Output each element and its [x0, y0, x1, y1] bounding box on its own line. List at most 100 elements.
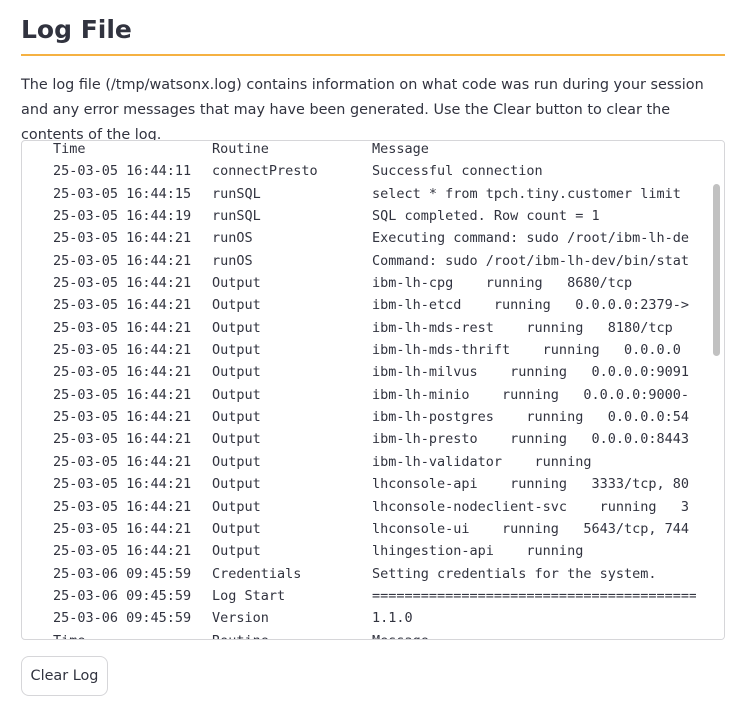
log-header-row: TimeRoutineMessage	[53, 630, 696, 639]
log-routine: Log Start	[212, 587, 286, 604]
log-row: 25-03-05 16:44:21 Output ibm-lh-mds-rest r…	[53, 317, 696, 339]
log-time: 25-03-05 16:44:19	[53, 208, 192, 225]
log-message: ibm-lh-validator running	[372, 453, 592, 470]
log-time: 25-03-06 09:45:59	[53, 565, 192, 582]
log-row: 25-03-05 16:44:15 runSQL select * from tpc…	[53, 183, 696, 205]
log-routine: Output	[212, 498, 261, 515]
log-message: lhconsole-ui running 5643/tcp, 744	[372, 520, 689, 537]
log-row: 25-03-05 16:44:21 Output ibm-lh-postgres r…	[53, 406, 696, 428]
log-message: ibm-lh-cpg running 8680/tcp	[372, 275, 633, 292]
log-header-row: Time Routine Message	[53, 141, 696, 160]
log-routine: Output	[212, 342, 261, 359]
log-time: 25-03-05 16:44:21	[53, 520, 192, 537]
log-routine: Routine	[212, 141, 269, 157]
log-row: 25-03-05 16:44:21 Output ibm-lh-presto run…	[53, 428, 696, 450]
page-title: Log File	[21, 15, 132, 44]
log-row: 25-03-05 16:44:21 Output lhingestion-api r…	[53, 540, 696, 562]
log-time: 25-03-05 16:44:21	[53, 252, 192, 269]
log-time: 25-03-06 09:45:59	[53, 610, 192, 627]
log-row: 25-03-05 16:44:21 Output lhconsole-nodecli…	[53, 496, 696, 518]
log-message: Setting credentials for the system.	[372, 565, 657, 582]
log-routine: Output	[212, 386, 261, 403]
log-time: 25-03-05 16:44:21	[53, 364, 192, 381]
log-message: ibm-lh-minio running 0.0.0.0:9000-	[372, 386, 689, 403]
log-time: 25-03-05 16:44:21	[53, 409, 192, 426]
log-row: 25-03-05 16:44:21 Output lhconsole-api run…	[53, 473, 696, 495]
log-row: 25-03-06 09:45:59 Log Start ==============…	[53, 585, 696, 607]
log-message: Successful connection	[372, 163, 543, 180]
log-row: 25-03-05 16:44:21 Output ibm-lh-validator …	[53, 451, 696, 473]
log-viewer[interactable]: Time Routine Message 25-03-05 16:44:11 conne…	[21, 140, 725, 640]
log-message: Executing command: sudo /root/ibm-lh-de	[372, 230, 689, 247]
log-time: 25-03-05 16:44:21	[53, 498, 192, 515]
log-row: 25-03-05 16:44:11 connectPresto Successful…	[53, 160, 696, 182]
log-routine: Output	[212, 297, 261, 314]
log-routine: Credentials	[212, 565, 302, 582]
log-routine: runSQL	[212, 208, 261, 225]
log-time: 25-03-05 16:44:21	[53, 476, 192, 493]
log-message: lhconsole-nodeclient-svc running 3	[372, 498, 689, 515]
log-routine: Output	[212, 319, 261, 336]
log-message: select * from tpch.tiny.customer limit	[372, 185, 681, 202]
log-message: SQL completed. Row count = 1	[372, 208, 600, 225]
log-row: 25-03-05 16:44:21 Output ibm-lh-milvus run…	[53, 361, 696, 383]
log-time: 25-03-05 16:44:21	[53, 297, 192, 314]
log-routine: Output	[212, 476, 261, 493]
log-routine: Output	[212, 453, 261, 470]
log-routine: runOS	[212, 230, 253, 247]
log-time: 25-03-05 16:44:21	[53, 342, 192, 359]
log-routine: Output	[212, 520, 261, 537]
log-routine: runOS	[212, 252, 253, 269]
log-row: 25-03-05 16:44:19 runSQL SQL completed. Ro…	[53, 205, 696, 227]
log-message: lhconsole-api running 3333/tcp, 80	[372, 476, 689, 493]
log-row: 25-03-05 16:44:21 runOS Executing command:…	[53, 227, 696, 249]
log-routine: Output	[212, 409, 261, 426]
log-row: 25-03-05 16:44:21 Output ibm-lh-minio runn…	[53, 384, 696, 406]
log-message: ibm-lh-etcd running 0.0.0.0:2379->	[372, 297, 689, 314]
log-time: 25-03-05 16:44:21	[53, 543, 192, 560]
log-routine: connectPresto	[212, 163, 318, 180]
log-time: Time	[53, 630, 212, 639]
log-message: ibm-lh-mds-thrift running 0.0.0.0	[372, 342, 681, 359]
log-message: 1.1.0	[372, 610, 413, 627]
log-message: ibm-lh-milvus running 0.0.0.0:9091	[372, 364, 689, 381]
log-time: 25-03-05 16:44:15	[53, 185, 192, 202]
log-row: 25-03-06 09:45:59 Credentials Setting cred…	[53, 563, 696, 585]
log-row: 25-03-05 16:44:21 Output ibm-lh-etcd runni…	[53, 294, 696, 316]
log-time: 25-03-05 16:44:21	[53, 275, 192, 292]
log-message: Command: sudo /root/ibm-lh-dev/bin/stat	[372, 252, 689, 269]
log-message: ibm-lh-mds-rest running 8180/tcp	[372, 319, 673, 336]
scrollbar[interactable]	[708, 141, 724, 639]
scrollbar-thumb[interactable]	[713, 184, 720, 356]
log-time: 25-03-05 16:44:21	[53, 453, 192, 470]
log-routine: Output	[212, 364, 261, 381]
log-time: 25-03-06 09:45:59	[53, 587, 192, 604]
log-routine: Version	[212, 610, 269, 627]
clear-log-button[interactable]: Clear Log	[21, 656, 108, 696]
log-time: 25-03-05 16:44:21	[53, 319, 192, 336]
log-description: The log file (/tmp/watsonx.log) contains…	[21, 77, 704, 143]
log-row: 25-03-05 16:44:21 Output ibm-lh-cpg runnin…	[53, 272, 696, 294]
title-divider	[21, 54, 725, 56]
log-row: 25-03-05 16:44:21 Output lhconsole-ui runn…	[53, 518, 696, 540]
log-message: ibm-lh-postgres running 0.0.0.0:54	[372, 409, 689, 426]
log-text: Time Routine Message 25-03-05 16:44:11 conne…	[53, 141, 696, 639]
log-message: Message	[372, 630, 696, 639]
log-row: 25-03-06 09:45:59 Version 1.1.0	[53, 607, 696, 629]
log-message: Message	[372, 141, 429, 157]
log-routine: Output	[212, 431, 261, 448]
log-time: 25-03-05 16:44:21	[53, 230, 192, 247]
log-time: 25-03-05 16:44:21	[53, 386, 192, 403]
log-routine: Routine	[212, 630, 372, 639]
log-row: 25-03-05 16:44:21 Output ibm-lh-mds-thrift…	[53, 339, 696, 361]
log-message: ========================================	[372, 587, 696, 604]
log-routine: Output	[212, 275, 261, 292]
log-time: 25-03-05 16:44:11	[53, 163, 192, 180]
log-message: ibm-lh-presto running 0.0.0.0:8443	[372, 431, 689, 448]
log-time: Time	[53, 141, 86, 157]
log-message: lhingestion-api running	[372, 543, 584, 560]
log-routine: runSQL	[212, 185, 261, 202]
log-row: 25-03-05 16:44:21 runOS Command: sudo /roo…	[53, 250, 696, 272]
log-routine: Output	[212, 543, 261, 560]
log-time: 25-03-05 16:44:21	[53, 431, 192, 448]
